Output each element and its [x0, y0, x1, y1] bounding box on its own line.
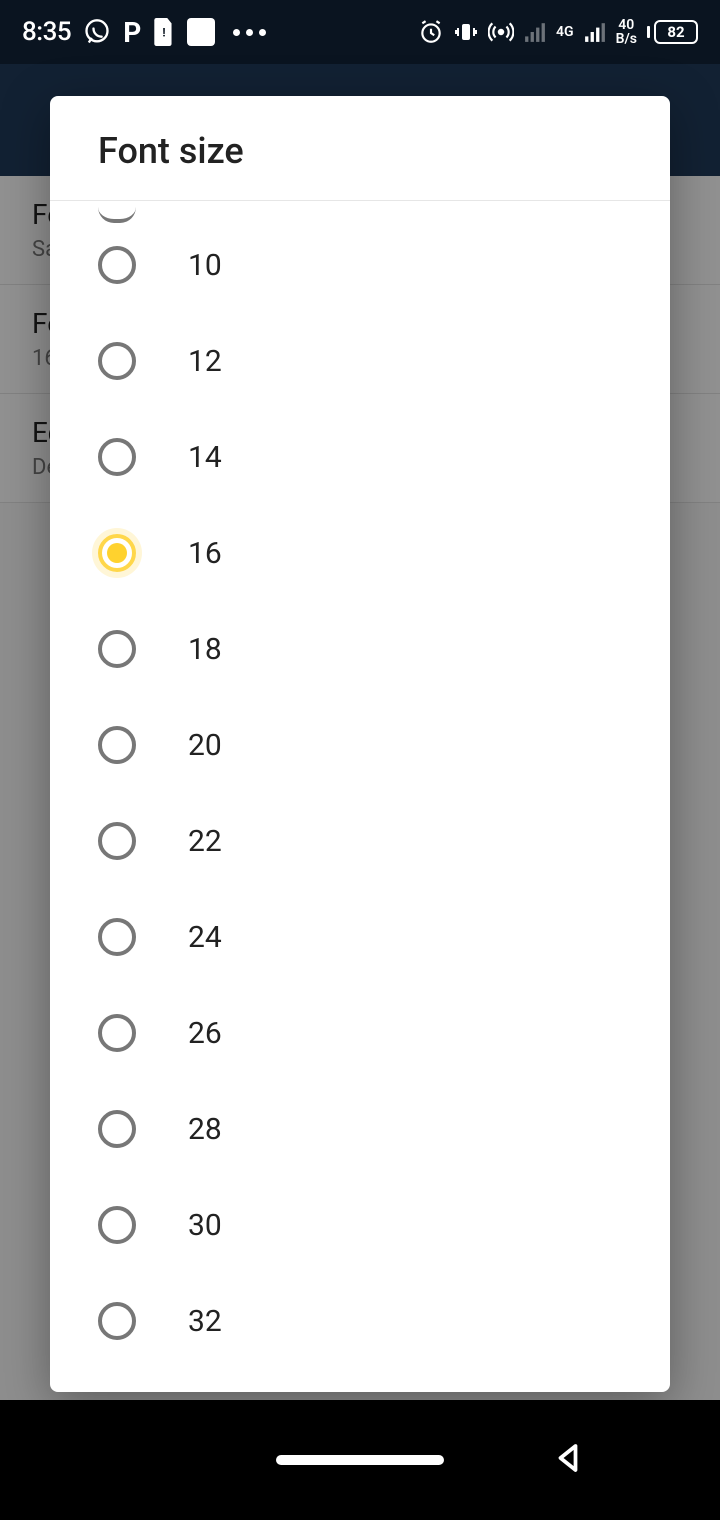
- radio-icon: [98, 1110, 136, 1148]
- status-bar: 8:35 P !: [0, 0, 720, 64]
- previous-option-peek: [98, 205, 622, 217]
- option-20[interactable]: 20: [50, 697, 670, 793]
- status-time: 8:35: [22, 17, 71, 47]
- option-14[interactable]: 14: [50, 409, 670, 505]
- font-size-options-list[interactable]: 10 12 14 16 18 20 22 24: [50, 201, 670, 1392]
- option-32[interactable]: 32: [50, 1273, 670, 1369]
- option-label: 16: [188, 536, 222, 571]
- more-notifications-icon: [233, 29, 266, 36]
- option-label: 20: [188, 728, 222, 763]
- network-type: 4G: [556, 25, 574, 39]
- whatsapp-icon: [83, 18, 111, 46]
- radio-icon-selected: [98, 534, 136, 572]
- hotspot-icon: [488, 19, 514, 45]
- option-28[interactable]: 28: [50, 1081, 670, 1177]
- option-label: 26: [188, 1016, 222, 1051]
- radio-icon: [98, 1302, 136, 1340]
- svg-text:!: !: [163, 25, 166, 39]
- radio-icon: [98, 342, 136, 380]
- option-label: 32: [188, 1304, 222, 1339]
- option-label: 30: [188, 1208, 222, 1243]
- square-notification-icon: [187, 18, 215, 46]
- back-button[interactable]: [550, 1440, 586, 1480]
- radio-icon: [98, 1014, 136, 1052]
- option-24[interactable]: 24: [50, 889, 670, 985]
- option-18[interactable]: 18: [50, 601, 670, 697]
- radio-icon: [98, 918, 136, 956]
- option-22[interactable]: 22: [50, 793, 670, 889]
- font-size-dialog: Font size 10 12 14 16 18 20 22: [50, 96, 670, 1392]
- signal-sim1-icon: [524, 21, 546, 43]
- data-rate: 40 B/s: [616, 18, 637, 46]
- option-12[interactable]: 12: [50, 313, 670, 409]
- p-notification-icon: P: [123, 16, 141, 49]
- document-icon: !: [153, 18, 175, 46]
- battery-indicator: 82: [647, 20, 698, 44]
- option-label: 22: [188, 824, 222, 859]
- option-label: 12: [188, 344, 222, 379]
- option-label: 28: [188, 1112, 222, 1147]
- radio-icon: [98, 1206, 136, 1244]
- option-30[interactable]: 30: [50, 1177, 670, 1273]
- navigation-bar: [0, 1400, 720, 1520]
- option-label: 14: [188, 440, 222, 475]
- alarm-icon: [418, 19, 444, 45]
- vibrate-icon: [454, 20, 478, 44]
- option-label: 10: [188, 248, 222, 283]
- option-26[interactable]: 26: [50, 985, 670, 1081]
- dialog-title: Font size: [50, 96, 670, 201]
- radio-icon: [98, 438, 136, 476]
- radio-icon: [98, 246, 136, 284]
- radio-icon: [98, 726, 136, 764]
- signal-sim2-icon: [584, 21, 606, 43]
- option-label: 18: [188, 632, 222, 667]
- home-gesture-pill[interactable]: [276, 1455, 444, 1465]
- radio-icon: [98, 822, 136, 860]
- option-10[interactable]: 10: [50, 217, 670, 313]
- radio-icon: [98, 630, 136, 668]
- option-16[interactable]: 16: [50, 505, 670, 601]
- option-label: 24: [188, 920, 222, 955]
